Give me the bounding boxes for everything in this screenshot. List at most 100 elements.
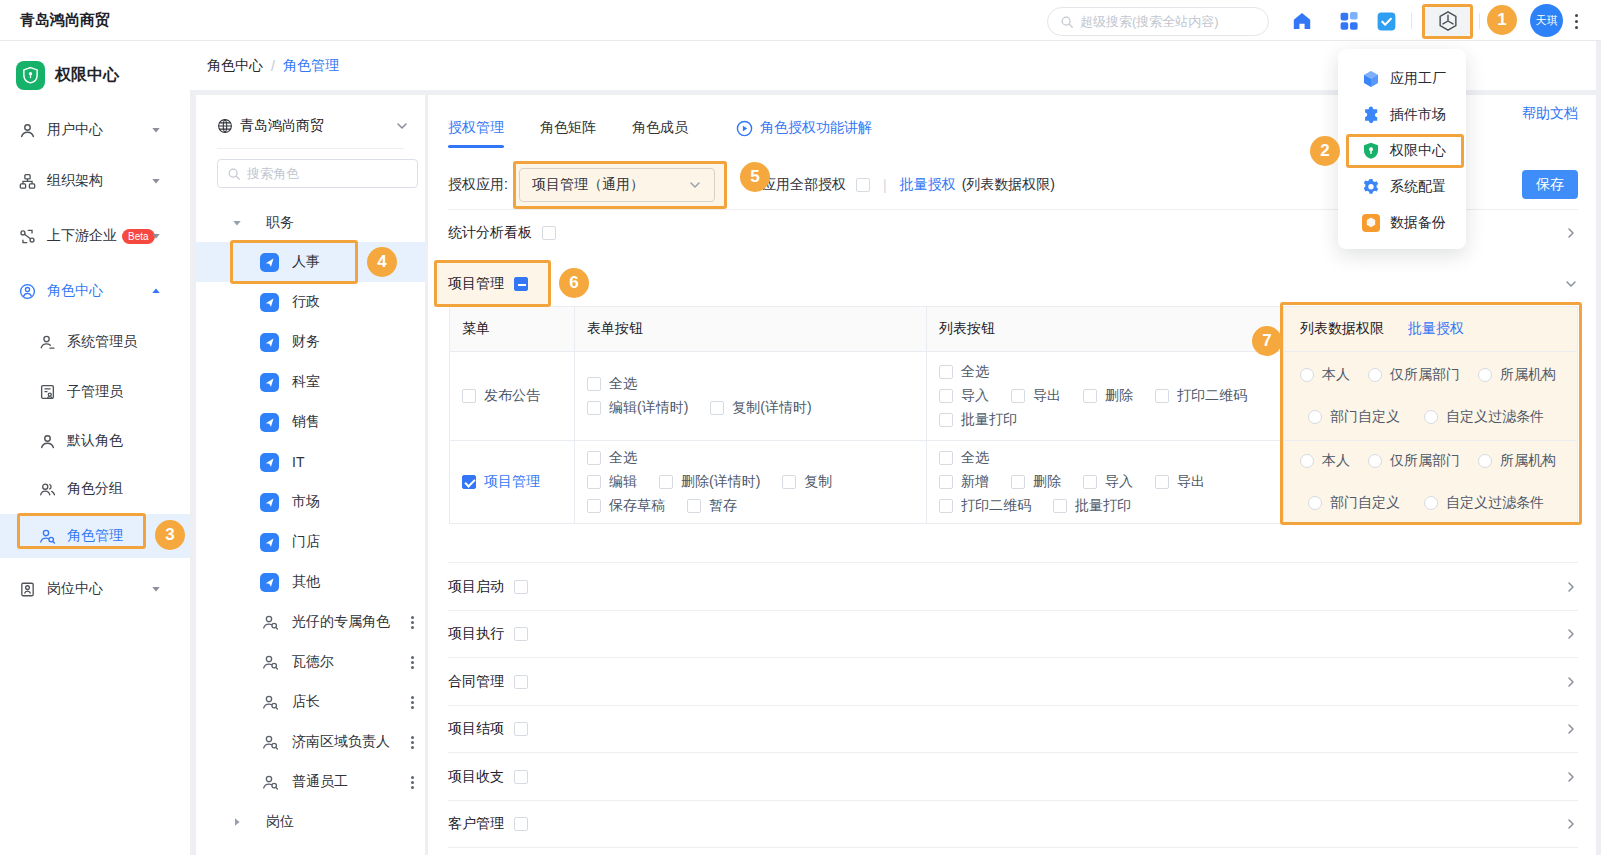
sidebar-item-post-center[interactable]: 岗位中心 — [0, 567, 190, 611]
breadcrumb-parent[interactable]: 角色中心 — [207, 57, 263, 75]
list-button-checkbox[interactable]: 导入 — [939, 387, 989, 405]
data-perm-radio[interactable]: 部门自定义 — [1308, 494, 1400, 512]
list-button-checkbox[interactable]: 全选 — [939, 363, 989, 381]
tab-role-member[interactable]: 角色成员 — [632, 108, 688, 148]
tree-dept-admin[interactable]: 行政 — [196, 282, 425, 322]
section-row-project-close[interactable]: 项目结项 — [448, 705, 1578, 753]
section-row-project-start[interactable]: 项目启动 — [448, 562, 1578, 610]
tab-role-matrix[interactable]: 角色矩阵 — [540, 108, 596, 148]
section-checkbox[interactable] — [542, 226, 556, 240]
data-perm-radio[interactable]: 本人 — [1300, 366, 1350, 384]
data-perm-radio[interactable]: 仅所属部门 — [1368, 366, 1460, 384]
sidebar-item-sub-admin[interactable]: 子管理员 — [0, 370, 190, 414]
app-select[interactable]: 项目管理（通用） — [519, 168, 715, 202]
list-button-checkbox[interactable]: 批量打印 — [1053, 497, 1131, 515]
tree-dept-other[interactable]: 其他 — [196, 562, 425, 602]
data-perm-radio[interactable]: 所属机构 — [1478, 366, 1556, 384]
form-button-checkbox[interactable]: 全选 — [587, 375, 637, 393]
section-row-project-manage[interactable]: 项目管理 — [448, 261, 1578, 306]
avatar[interactable]: 天琪 — [1530, 4, 1563, 37]
section-checkbox[interactable] — [514, 675, 528, 689]
more-actions-icon[interactable] — [405, 614, 419, 630]
menu-checkbox[interactable]: 发布公告 — [462, 387, 562, 405]
list-button-checkbox[interactable]: 打印二维码 — [939, 497, 1031, 515]
sidebar-item-system-admin[interactable]: 系统管理员 — [0, 320, 190, 364]
sidebar-item-user-center[interactable]: 用户中心 — [0, 108, 190, 152]
save-button[interactable]: 保存 — [1522, 170, 1578, 199]
tree-dept-market[interactable]: 市场 — [196, 482, 425, 522]
list-button-checkbox[interactable]: 删除 — [1011, 473, 1061, 491]
section-row-project-finance[interactable]: 项目收支 — [448, 752, 1578, 800]
tree-dept-sales[interactable]: 销售 — [196, 402, 425, 442]
sidebar-item-default-role[interactable]: 默认角色 — [0, 419, 190, 463]
sidebar-item-role-group[interactable]: 角色分组 — [0, 467, 190, 511]
form-button-checkbox[interactable]: 编辑 — [587, 473, 637, 491]
form-button-checkbox[interactable]: 编辑(详情时) — [587, 399, 688, 417]
popup-item-perm-center[interactable]: 权限中心 — [1338, 133, 1466, 169]
form-button-checkbox[interactable]: 保存草稿 — [587, 497, 665, 515]
tree-group-posts[interactable]: 岗位 — [196, 802, 425, 842]
tree-dept-it[interactable]: IT — [196, 442, 425, 482]
section-checkbox[interactable] — [514, 770, 528, 784]
company-selector[interactable]: 青岛鸿尚商贸 — [217, 111, 409, 141]
data-perm-radio[interactable]: 本人 — [1300, 452, 1350, 470]
data-perm-radio[interactable]: 自定义过滤条件 — [1424, 494, 1544, 512]
section-checkbox[interactable] — [514, 580, 528, 594]
section-row-customer-manage[interactable]: 客户管理 — [448, 800, 1578, 848]
form-button-checkbox[interactable]: 暂存 — [687, 497, 737, 515]
global-search-input[interactable] — [1080, 14, 1256, 29]
section-checkbox[interactable] — [514, 722, 528, 736]
popup-item-plugin-market[interactable]: 插件市场 — [1338, 97, 1466, 133]
app-center-icon[interactable] — [1425, 6, 1470, 36]
tree-role-dianzhang[interactable]: 店长 — [196, 682, 425, 722]
section-checkbox-indeterminate[interactable] — [514, 277, 528, 291]
help-doc-link[interactable]: 帮助文档 — [1522, 105, 1578, 123]
grant-all-checkbox[interactable] — [856, 178, 870, 192]
sidebar-item-partner-company[interactable]: 上下游企业Beta — [0, 214, 190, 258]
tree-group-positions[interactable]: 职务 — [196, 203, 425, 243]
popup-item-app-factory[interactable]: 应用工厂 — [1338, 61, 1466, 97]
batch-grant-column-link[interactable]: 批量授权 — [1408, 320, 1464, 338]
form-button-checkbox[interactable]: 删除(详情时) — [659, 473, 760, 491]
list-button-checkbox[interactable]: 打印二维码 — [1155, 387, 1247, 405]
tab-auth-manage[interactable]: 授权管理 — [448, 108, 504, 148]
section-checkbox[interactable] — [514, 627, 528, 641]
tree-dept-finance[interactable]: 财务 — [196, 322, 425, 362]
data-perm-radio[interactable]: 自定义过滤条件 — [1424, 408, 1544, 426]
home-icon[interactable] — [1290, 9, 1314, 33]
list-button-checkbox[interactable]: 新增 — [939, 473, 989, 491]
task-check-icon[interactable] — [1374, 9, 1398, 33]
list-button-checkbox[interactable]: 导出 — [1155, 473, 1205, 491]
data-perm-radio[interactable]: 所属机构 — [1478, 452, 1556, 470]
tree-role-putong[interactable]: 普通员工 — [196, 762, 425, 802]
batch-grant-link[interactable]: 批量授权 — [900, 176, 956, 194]
list-button-checkbox[interactable]: 批量打印 — [939, 411, 1017, 429]
list-button-checkbox[interactable]: 删除 — [1083, 387, 1133, 405]
tree-role-guangzai[interactable]: 光仔的专属角色 — [196, 602, 425, 642]
more-menu-icon[interactable] — [1569, 9, 1583, 33]
menu-checkbox[interactable]: 项目管理 — [462, 473, 562, 491]
popup-item-system-config[interactable]: 系统配置 — [1338, 169, 1466, 205]
tree-role-jinan[interactable]: 济南区域负责人 — [196, 722, 425, 762]
sidebar-item-role-center[interactable]: 角色中心 — [0, 269, 190, 313]
more-actions-icon[interactable] — [405, 734, 419, 750]
section-checkbox[interactable] — [514, 817, 528, 831]
more-actions-icon[interactable] — [405, 774, 419, 790]
data-perm-radio[interactable]: 仅所属部门 — [1368, 452, 1460, 470]
list-button-checkbox[interactable]: 全选 — [939, 449, 989, 467]
form-button-checkbox[interactable]: 复制 — [782, 473, 832, 491]
list-button-checkbox[interactable]: 导出 — [1011, 387, 1061, 405]
role-search-input[interactable] — [247, 166, 408, 181]
more-actions-icon[interactable] — [405, 694, 419, 710]
sidebar-item-org-structure[interactable]: 组织架构 — [0, 159, 190, 203]
tree-dept-dept[interactable]: 科室 — [196, 362, 425, 402]
data-perm-radio[interactable]: 部门自定义 — [1308, 408, 1400, 426]
list-button-checkbox[interactable]: 导入 — [1083, 473, 1133, 491]
form-button-checkbox[interactable]: 复制(详情时) — [710, 399, 811, 417]
section-row-project-exec[interactable]: 项目执行 — [448, 610, 1578, 658]
section-row-contract-manage[interactable]: 合同管理 — [448, 657, 1578, 705]
video-guide-link[interactable]: 角色授权功能讲解 — [736, 119, 872, 137]
more-actions-icon[interactable] — [405, 654, 419, 670]
tree-dept-store[interactable]: 门店 — [196, 522, 425, 562]
global-search[interactable] — [1047, 7, 1269, 36]
